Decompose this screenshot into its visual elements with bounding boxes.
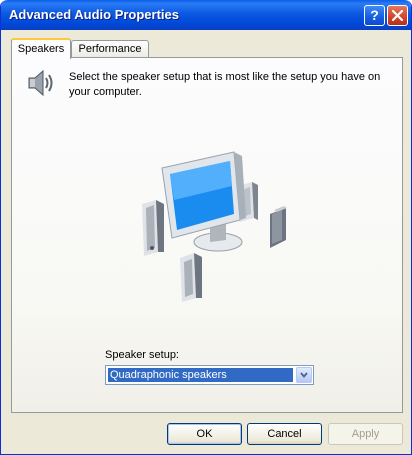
dropdown-arrow-button[interactable] bbox=[296, 367, 312, 383]
speaker-setup-label: Speaker setup: bbox=[105, 349, 179, 361]
monitor-icon bbox=[161, 151, 246, 252]
help-button[interactable]: ? bbox=[364, 5, 385, 26]
close-icon bbox=[392, 10, 403, 21]
speaker-layout-illustration bbox=[142, 151, 287, 302]
title-bar[interactable]: Advanced Audio Properties ? bbox=[1, 0, 411, 30]
speaker-setup-value: Quadraphonic speakers bbox=[108, 368, 293, 382]
close-button[interactable] bbox=[387, 5, 408, 26]
front-left-speaker bbox=[142, 200, 164, 256]
tab-speakers[interactable]: Speakers bbox=[11, 38, 71, 59]
ok-button[interactable]: OK bbox=[167, 423, 242, 445]
dialog-window: Advanced Audio Properties ? Speakers Per… bbox=[0, 0, 412, 455]
setup-description: Select the speaker setup that is most li… bbox=[69, 71, 381, 98]
cancel-button[interactable]: Cancel bbox=[247, 423, 322, 445]
tab-performance[interactable]: Performance bbox=[71, 40, 149, 57]
window-title: Advanced Audio Properties bbox=[9, 7, 179, 22]
speakers-panel: Select the speaker setup that is most li… bbox=[11, 57, 403, 413]
rear-right-speaker bbox=[270, 206, 287, 248]
speaker-icon bbox=[28, 69, 53, 97]
apply-button[interactable]: Apply bbox=[328, 423, 403, 445]
chevron-down-icon bbox=[300, 372, 308, 378]
speaker-setup-dropdown[interactable]: Quadraphonic speakers bbox=[105, 365, 314, 385]
front-center-speaker bbox=[180, 253, 202, 302]
